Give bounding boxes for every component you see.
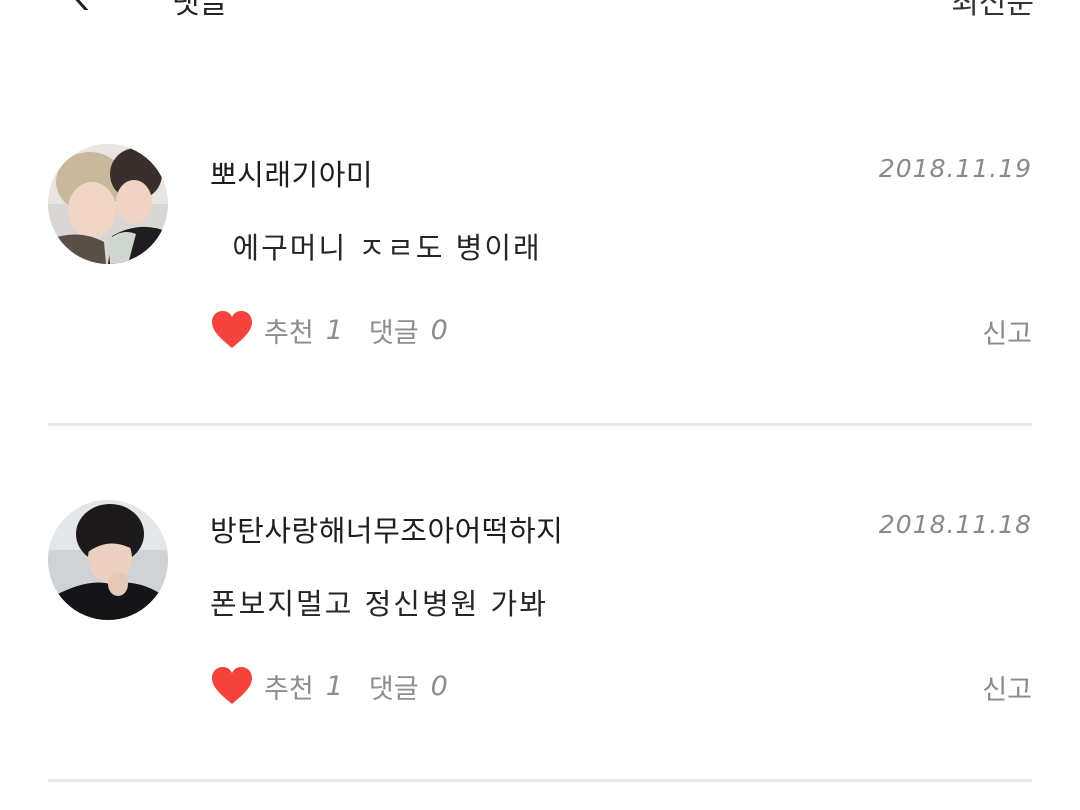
comment-date: 2018.11.18 bbox=[878, 510, 1032, 539]
comment-item: 방탄사랑해너무조아어떡하지 2018.11.18 폰보지멀고 정신병원 가봐 추… bbox=[48, 426, 1032, 782]
comment-text: 에구머니 ㅈㄹ도 병이래 bbox=[210, 231, 542, 265]
top-bar: 댓글 최신순 bbox=[0, 0, 1080, 40]
sort-toggle[interactable]: 최신순 bbox=[951, 0, 1034, 22]
divider bbox=[48, 779, 1032, 782]
reply-button[interactable]: 댓글 bbox=[369, 311, 419, 350]
report-button[interactable]: 신고 bbox=[982, 668, 1032, 707]
page-title: 댓글 bbox=[172, 0, 228, 21]
avatar[interactable] bbox=[48, 144, 168, 264]
comment-date: 2018.11.19 bbox=[878, 154, 1032, 183]
heart-icon[interactable] bbox=[210, 666, 254, 706]
reply-count: 0 bbox=[430, 314, 448, 346]
like-count: 1 bbox=[325, 670, 343, 702]
comment-text: 폰보지멀고 정신병원 가봐 bbox=[210, 587, 548, 621]
report-button[interactable]: 신고 bbox=[982, 312, 1032, 351]
reply-count: 0 bbox=[430, 670, 448, 702]
like-label: 추천 bbox=[264, 673, 314, 705]
back-arrow-icon[interactable] bbox=[66, 0, 94, 10]
heart-icon[interactable] bbox=[210, 310, 254, 350]
comment-actions: 추천 1 댓글 0 bbox=[210, 664, 448, 708]
comment-actions: 추천 1 댓글 0 bbox=[210, 308, 448, 352]
reply-button[interactable]: 댓글 bbox=[369, 667, 419, 706]
like-count: 1 bbox=[325, 314, 343, 346]
username[interactable]: 뽀시래기아미 bbox=[210, 152, 373, 194]
comment-item: 뽀시래기아미 2018.11.19 에구머니 ㅈㄹ도 병이래 추천 1 댓글 0… bbox=[48, 70, 1032, 426]
like-label: 추천 bbox=[264, 317, 314, 349]
username[interactable]: 방탄사랑해너무조아어떡하지 bbox=[210, 508, 563, 550]
avatar[interactable] bbox=[48, 500, 168, 620]
